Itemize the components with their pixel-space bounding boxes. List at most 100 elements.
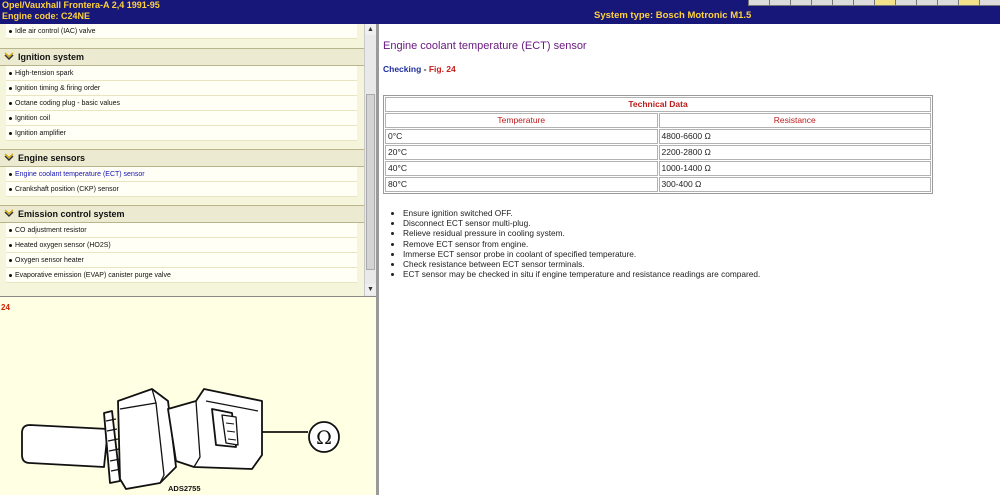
bullet-icon [391,222,394,226]
bullet-icon [9,259,12,262]
toolbar-button[interactable] [790,0,811,6]
toolbar-button[interactable] [895,0,916,6]
scroll-down-icon[interactable]: ▼ [365,284,376,295]
checking-label: Checking [383,64,422,74]
figure-link[interactable]: Fig. 24 [429,64,456,74]
vehicle-label: Opel/Vauxhall Frontera-A 2,4 1991-95 [2,0,160,10]
toolbar-button[interactable] [853,0,874,6]
procedure-steps: Ensure ignition switched OFF. Disconnect… [385,208,760,279]
nav-item-ignition-timing[interactable]: Ignition timing & firing order [6,81,357,96]
nav-section-title: Emission control system [18,209,125,219]
resistance-cell: 1000-1400 Ω [658,161,931,176]
resistance-cell: 2200-2800 Ω [658,145,931,160]
bullet-icon [391,263,394,267]
engine-code-label: Engine code: C24NE [2,11,91,21]
nav-item-iac-valve[interactable]: Idle air control (IAC) valve [6,24,357,39]
bullet-icon [9,72,12,75]
toolbar-button[interactable] [874,0,895,6]
checking-line: Checking - Fig. 24 [383,64,456,74]
bullet-icon [391,232,394,236]
nav-item-ho2s[interactable]: Heated oxygen sensor (HO2S) [6,238,357,253]
bullet-icon [9,117,12,120]
nav-section-engine-sensors[interactable]: Engine sensors [0,149,364,167]
temperature-cell: 40°C [385,161,658,176]
table-row: 80°C 300-400 Ω [385,177,931,192]
nav-section-title: Ignition system [18,52,85,62]
nav-item-evap-purge-valve[interactable]: Evaporative emission (EVAP) canister pur… [6,268,357,283]
nav-item-octane-coding-plug[interactable]: Octane coding plug - basic values [6,96,357,111]
figure-code: ADS2755 [168,484,201,493]
list-item: Immerse ECT sensor probe in coolant of s… [385,249,760,259]
nav-item-label: Oxygen sensor heater [15,257,84,264]
toolbar-button[interactable] [811,0,832,6]
bullet-icon [9,274,12,277]
nav-item-label: Idle air control (IAC) valve [15,28,96,35]
step-text: Relieve residual pressure in cooling sys… [403,228,565,239]
nav-item-co-adjustment[interactable]: CO adjustment resistor [6,223,357,238]
bullet-icon [9,173,12,176]
nav-item-ignition-amplifier[interactable]: Ignition amplifier [6,126,357,141]
nav-item-ckp-sensor[interactable]: Crankshaft position (CKP) sensor [6,182,357,197]
step-text: ECT sensor may be checked in situ if eng… [403,269,761,280]
navigation-tree: Idle air control (IAC) valve Ignition sy… [0,24,376,296]
nav-item-high-tension-spark[interactable]: High-tension spark [6,66,357,81]
nav-item-label: CO adjustment resistor [15,227,87,234]
toolbar-button[interactable] [769,0,790,6]
list-item: Check resistance between ECT sensor term… [385,259,760,269]
toolbar-buttons [748,0,1000,6]
nav-section-title: Engine sensors [18,153,86,163]
list-item: Disconnect ECT sensor multi-plug. [385,218,760,228]
list-item: Ensure ignition switched OFF. [385,208,760,218]
toolbar-button[interactable] [979,0,1000,6]
bullet-icon [9,132,12,135]
table-row: 40°C 1000-1400 Ω [385,161,931,176]
nav-item-label: Ignition amplifier [15,130,66,137]
step-text: Remove ECT sensor from engine. [403,238,529,249]
bullet-icon [9,229,12,232]
toolbar-button[interactable] [958,0,979,6]
resistance-cell: 4800-6600 Ω [658,129,931,144]
toolbar-button[interactable] [937,0,958,6]
nav-section-emission-control[interactable]: Emission control system [0,205,364,223]
nav-section-ignition[interactable]: Ignition system [0,48,364,66]
nav-item-label: Evaporative emission (EVAP) canister pur… [15,272,171,279]
scrollbar-thumb[interactable] [366,94,375,270]
table-row: 0°C 4800-6600 Ω [385,129,931,144]
nav-item-label: Octane coding plug - basic values [15,100,121,107]
title-bar: Opel/Vauxhall Frontera-A 2,4 1991-95 Eng… [0,0,1000,24]
step-text: Immerse ECT sensor probe in coolant of s… [403,248,637,259]
bullet-icon [9,87,12,90]
resistance-cell: 300-400 Ω [658,177,931,192]
step-text: Disconnect ECT sensor multi-plug. [403,218,531,229]
temperature-cell: 20°C [385,145,658,160]
ect-sensor-diagram: Ω ADS2755 [21,388,340,493]
ohmmeter-icon: Ω [316,427,332,449]
nav-item-oxygen-sensor-heater[interactable]: Oxygen sensor heater [6,253,357,268]
column-header-resistance: Resistance [658,113,931,128]
list-item: Remove ECT sensor from engine. [385,239,760,249]
technical-data-table: Technical Data Temperature Resistance 0°… [383,95,933,194]
nav-item-ignition-coil[interactable]: Ignition coil [6,111,357,126]
scroll-up-icon[interactable]: ▲ [365,24,376,35]
bullet-icon [9,188,12,191]
content-pane: Engine coolant temperature (ECT) sensor … [379,24,1000,495]
nav-item-label: Crankshaft position (CKP) sensor [15,186,119,193]
step-text: Check resistance between ECT sensor term… [403,259,585,270]
nav-item-ect-sensor[interactable]: Engine coolant temperature (ECT) sensor [6,167,357,182]
vertical-scrollbar[interactable]: ▲ ▼ [364,24,376,296]
list-item: ECT sensor may be checked in situ if eng… [385,269,760,279]
toolbar-button[interactable] [916,0,937,6]
chevron-down-icon [4,153,14,162]
page-title: Engine coolant temperature (ECT) sensor [383,40,587,52]
toolbar-button[interactable] [832,0,853,6]
system-type-label: System type: Bosch Motronic M1.5 [594,10,752,21]
nav-item-label: High-tension spark [15,70,74,77]
toolbar-button[interactable] [748,0,769,6]
list-item: Relieve residual pressure in cooling sys… [385,228,760,238]
nav-item-label: Heated oxygen sensor (HO2S) [15,242,111,249]
temperature-cell: 80°C [385,177,658,192]
figure-panel: 24 Ω ADS2755 [0,296,376,495]
temperature-cell: 0°C [385,129,658,144]
bullet-icon [391,242,394,246]
chevron-down-icon [4,52,14,61]
